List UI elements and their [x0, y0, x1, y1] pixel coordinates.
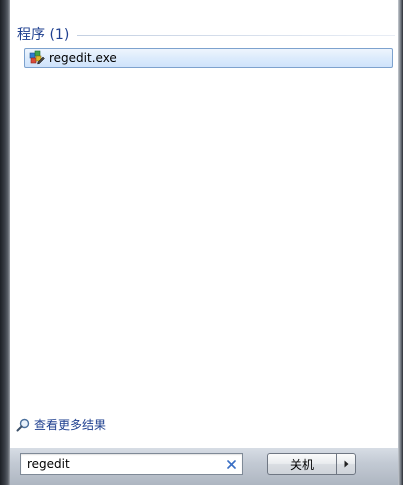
shutdown-options-button[interactable]	[336, 453, 356, 475]
start-menu: 程序 (1) regedit.exe 查看更多结果 regedit 关机	[0, 0, 403, 485]
magnifier-icon	[16, 418, 30, 431]
programs-section-header: 程序 (1)	[17, 24, 395, 44]
search-results-pane: 程序 (1) regedit.exe 查看更多结果	[10, 0, 398, 448]
close-icon[interactable]	[224, 457, 238, 471]
see-more-results-link[interactable]: 查看更多结果	[16, 416, 106, 433]
chevron-right-icon	[344, 460, 348, 468]
clear-x-glyph	[226, 459, 236, 469]
result-item-regedit[interactable]: regedit.exe	[24, 48, 393, 68]
frame-right-edge	[398, 0, 403, 485]
section-title: 程序 (1)	[17, 27, 70, 43]
shutdown-button[interactable]: 关机	[267, 453, 336, 475]
search-input[interactable]	[21, 455, 224, 473]
result-label: regedit.exe	[49, 51, 117, 65]
frame-left-edge	[0, 0, 10, 485]
see-more-results-label: 查看更多结果	[34, 418, 107, 432]
registry-editor-icon	[29, 50, 45, 65]
search-box[interactable]	[20, 453, 243, 475]
section-divider	[77, 34, 395, 36]
power-controls: 关机	[267, 453, 356, 475]
